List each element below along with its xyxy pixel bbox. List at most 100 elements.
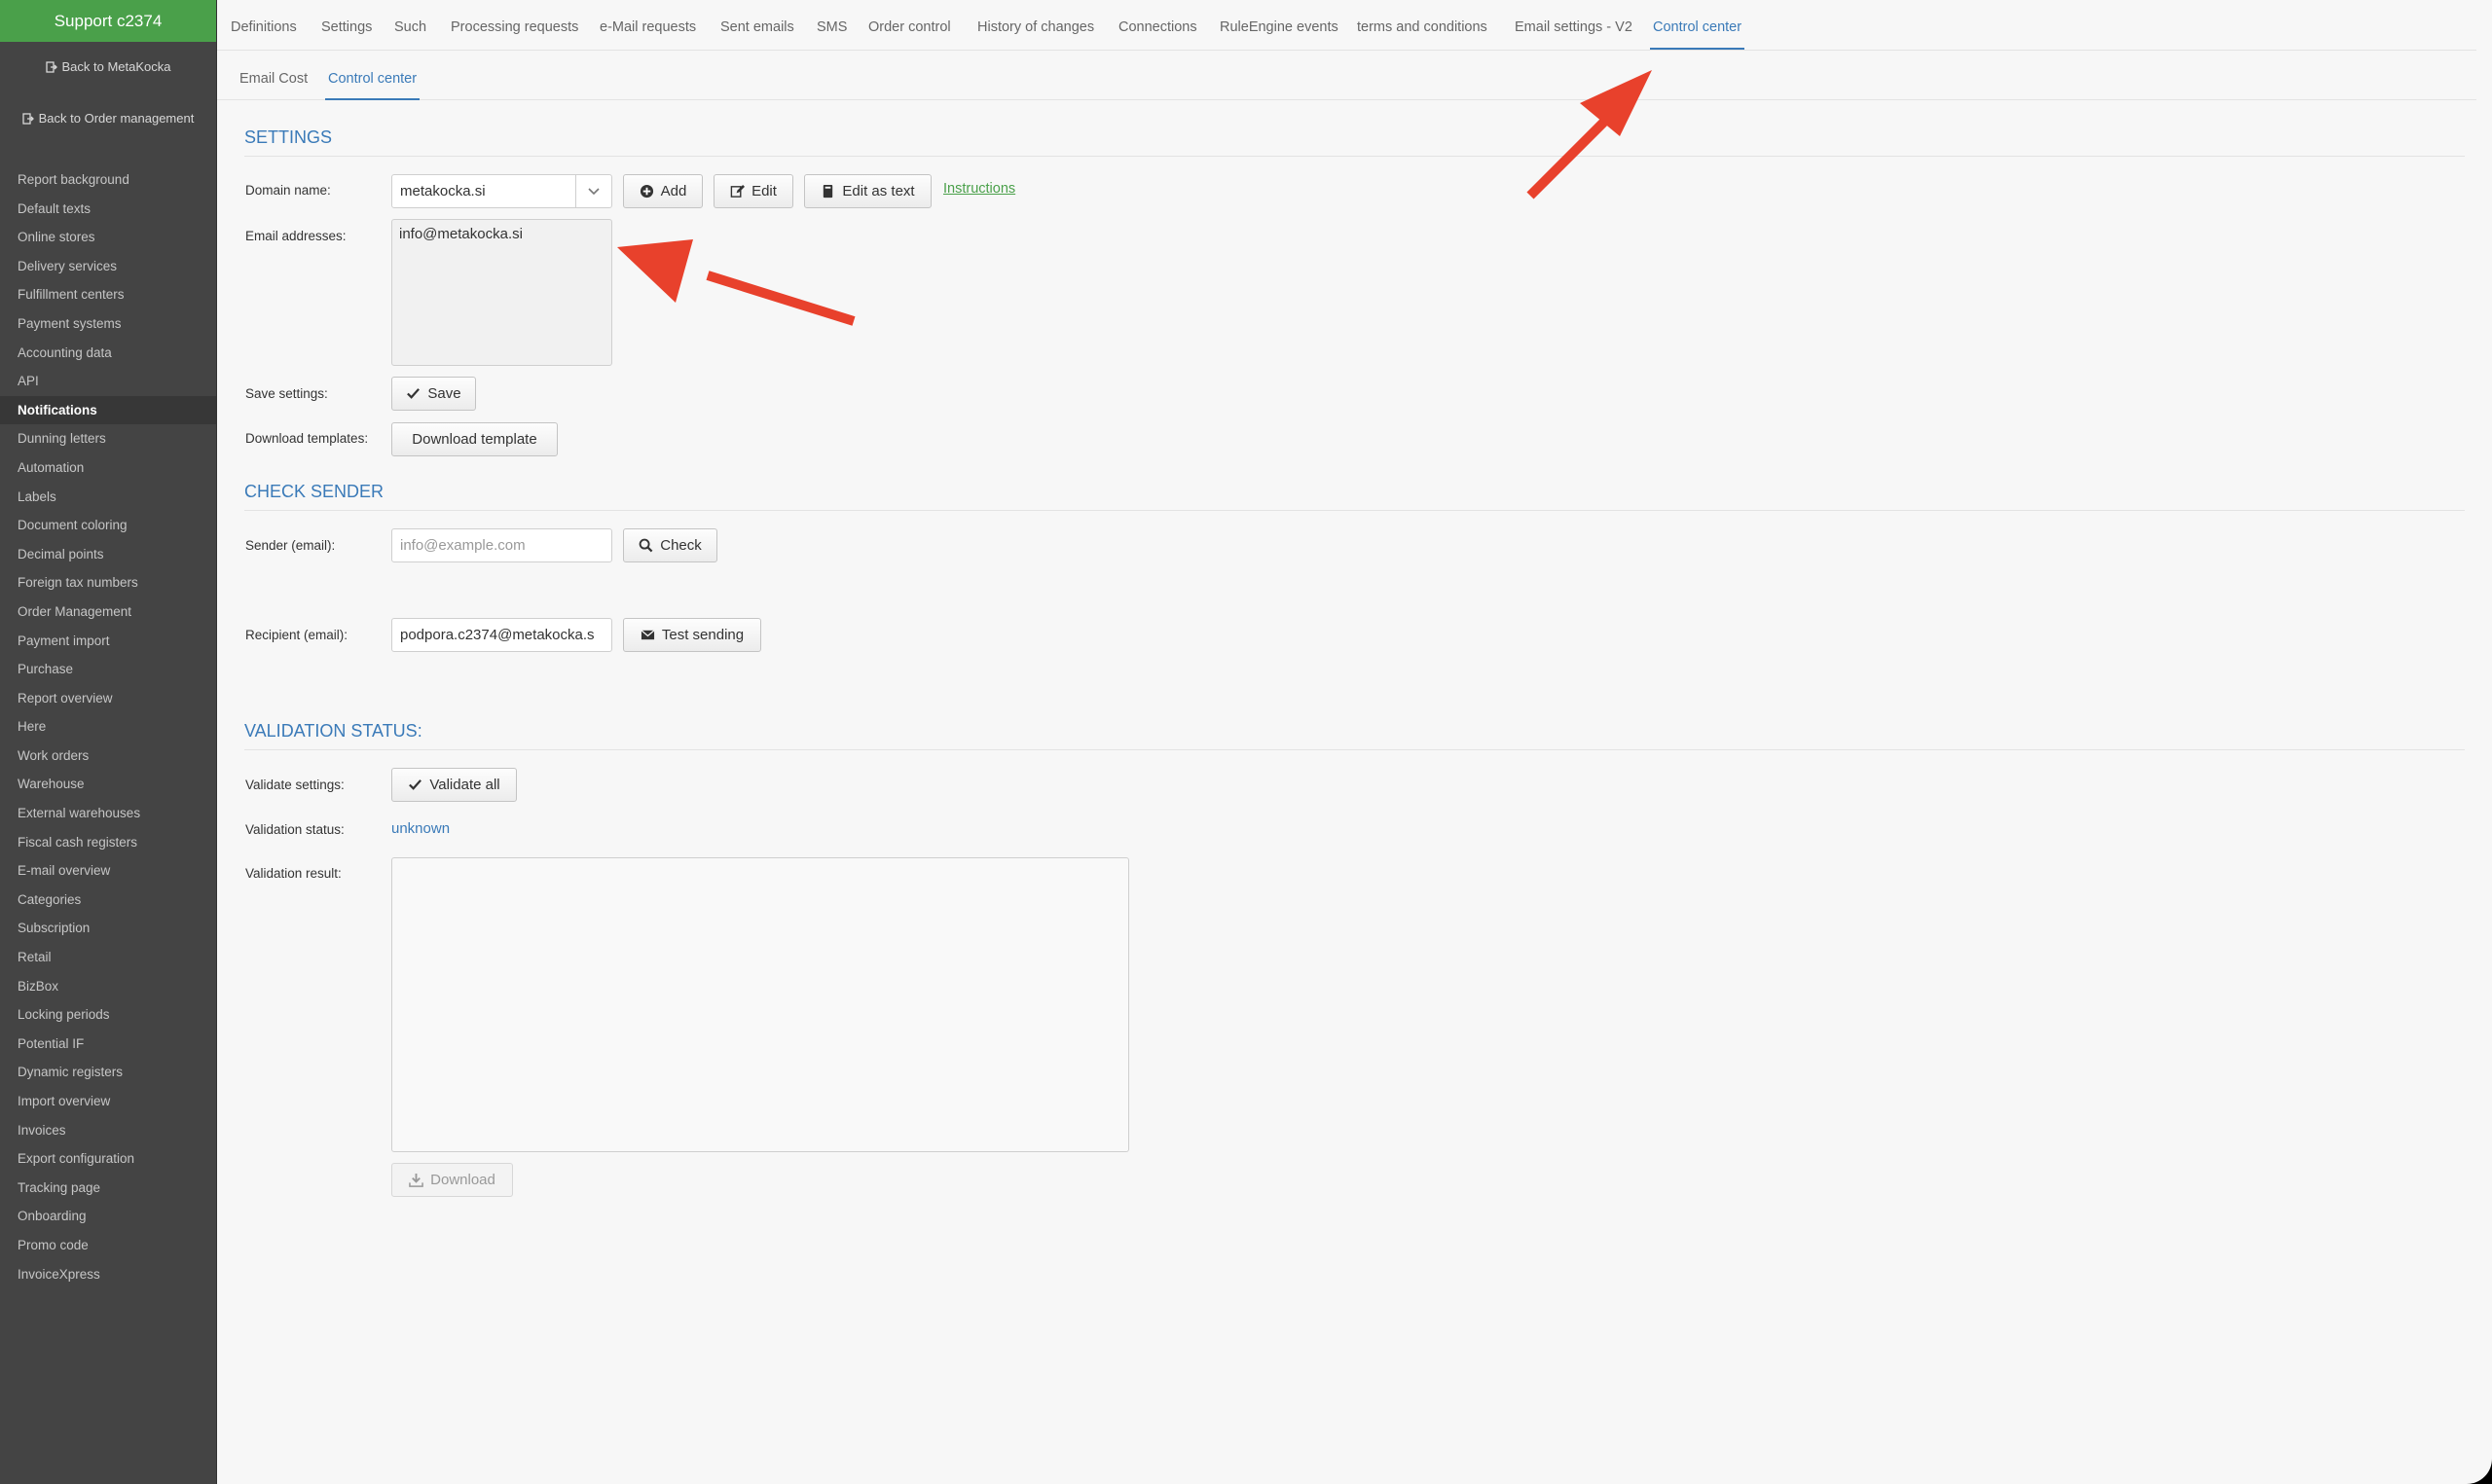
sidebar: Support c2374 Back to MetaKocka Back to … [0,0,217,1484]
sign-out-icon [21,112,34,125]
sidebar-item-order-management[interactable]: Order Management [0,597,216,627]
edit-domain-label: Edit [751,183,777,199]
sidebar-item-online-stores[interactable]: Online stores [0,223,216,252]
back-to-metakocka-link[interactable]: Back to MetaKocka [0,59,216,74]
save-button[interactable]: Save [391,377,476,411]
sidebar-item-default-texts[interactable]: Default texts [0,195,216,224]
chevron-down-icon[interactable] [575,175,611,207]
sidebar-item-here[interactable]: Here [0,712,216,742]
tab-terms-and-conditions[interactable]: terms and conditions [1357,19,1487,35]
top-tabs: Definitions Settings Such Processing reques… [217,0,2476,51]
plus-circle-icon [640,184,653,199]
tab-sms[interactable]: SMS [817,19,847,35]
back-to-order-management-link[interactable]: Back to Order management [0,111,216,126]
sidebar-item-document-coloring[interactable]: Document coloring [0,511,216,540]
tab-order-control[interactable]: Order control [868,19,951,35]
sidebar-item-potential-if[interactable]: Potential IF [0,1030,216,1059]
sub-tabs: Email Cost Control center [217,50,2476,100]
sidebar-item-tracking-page[interactable]: Tracking page [0,1174,216,1203]
check-icon [407,388,421,399]
edit-domain-button[interactable]: Edit [714,174,793,208]
sidebar-item-subscription[interactable]: Subscription [0,914,216,943]
envelope-icon [641,630,655,640]
sidebar-item-fulfillment-centers[interactable]: Fulfillment centers [0,280,216,309]
sidebar-item-payment-systems[interactable]: Payment systems [0,309,216,339]
tab-such[interactable]: Such [394,19,426,35]
sidebar-item-bizbox[interactable]: BizBox [0,972,216,1001]
tab-sent-emails[interactable]: Sent emails [720,19,794,35]
instructions-link[interactable]: Instructions [943,181,1015,197]
tab-processing-requests[interactable]: Processing requests [451,19,578,35]
sidebar-item-external-warehouses[interactable]: External warehouses [0,799,216,828]
sidebar-item-locking-periods[interactable]: Locking periods [0,1000,216,1030]
download-result-button[interactable]: Download [391,1163,513,1197]
settings-section-title: SETTINGS [244,127,2465,157]
sidebar-item-export-configuration[interactable]: Export configuration [0,1144,216,1174]
sidebar-item-retail[interactable]: Retail [0,943,216,972]
recipient-email-input[interactable]: podpora.c2374@metakocka.s [391,618,612,652]
sidebar-item-automation[interactable]: Automation [0,453,216,483]
recipient-email-value: podpora.c2374@metakocka.s [400,627,595,643]
validate-all-label: Validate all [429,777,500,793]
validation-result-textarea[interactable] [391,857,1129,1152]
sidebar-item-decimal-points[interactable]: Decimal points [0,540,216,569]
test-sending-button[interactable]: Test sending [623,618,761,652]
sidebar-item-delivery-services[interactable]: Delivery services [0,252,216,281]
email-addresses-textarea[interactable]: info@metakocka.si [391,219,612,366]
tab-control-center[interactable]: Control center [1649,19,1745,50]
sidebar-item-e-mail-overview[interactable]: E-mail overview [0,856,216,886]
validation-status-label: Validation status: [245,822,345,837]
sidebar-nav: Report background Default texts Online sto… [0,165,216,1288]
domain-select[interactable]: metakocka.si [391,174,612,208]
sidebar-item-invoicexpress[interactable]: InvoiceXpress [0,1260,216,1289]
tab-email-settings-v2[interactable]: Email settings - V2 [1515,19,1632,35]
validate-all-button[interactable]: Validate all [391,768,517,802]
test-sending-label: Test sending [661,627,745,643]
sidebar-item-fiscal-cash-registers[interactable]: Fiscal cash registers [0,828,216,857]
sidebar-item-promo-code[interactable]: Promo code [0,1231,216,1260]
download-result-label: Download [430,1172,495,1188]
sidebar-item-dynamic-registers[interactable]: Dynamic registers [0,1058,216,1087]
add-domain-button[interactable]: Add [623,174,703,208]
tab-connections[interactable]: Connections [1118,19,1197,35]
sidebar-item-report-background[interactable]: Report background [0,165,216,195]
edit-as-text-button[interactable]: Edit as text [804,174,932,208]
sidebar-item-notifications[interactable]: Notifications [0,395,216,425]
check-sender-label: Check [660,537,702,554]
sidebar-item-api[interactable]: API [0,367,216,396]
sidebar-item-invoices[interactable]: Invoices [0,1116,216,1145]
sidebar-item-purchase[interactable]: Purchase [0,655,216,684]
tab-settings[interactable]: Settings [321,19,372,35]
sidebar-item-payment-import[interactable]: Payment import [0,627,216,656]
tab-history-of-changes[interactable]: History of changes [977,19,1094,35]
download-templates-label: Download templates: [245,431,369,446]
check-sender-button[interactable]: Check [623,528,717,562]
download-template-button[interactable]: Download template [391,422,558,456]
tab-definitions[interactable]: Definitions [231,19,297,35]
sidebar-item-import-overview[interactable]: Import overview [0,1087,216,1116]
tab-ruleengine-events[interactable]: RuleEngine events [1220,19,1338,35]
app-window: Support c2374 Back to MetaKocka Back to … [0,0,2492,1484]
sidebar-item-work-orders[interactable]: Work orders [0,742,216,771]
sidebar-item-categories[interactable]: Categories [0,886,216,915]
validation-status-value: unknown [391,820,451,837]
back-to-order-management-label: Back to Order management [38,111,195,126]
sidebar-item-dunning-letters[interactable]: Dunning letters [0,424,216,453]
sidebar-item-foreign-tax-numbers[interactable]: Foreign tax numbers [0,568,216,597]
sender-email-input[interactable]: info@example.com [391,528,612,562]
sidebar-item-report-overview[interactable]: Report overview [0,684,216,713]
sidebar-item-onboarding[interactable]: Onboarding [0,1202,216,1231]
download-template-label: Download template [412,431,537,448]
subtab-email-cost[interactable]: Email Cost [239,71,308,87]
brand-title[interactable]: Support c2374 [0,0,216,42]
sender-email-placeholder: info@example.com [400,537,526,554]
edit-as-text-label: Edit as text [842,183,915,199]
tab-e-mail-requests[interactable]: e-Mail requests [600,19,696,35]
main-content: Definitions Settings Such Processing reques… [217,0,2492,1484]
save-label: Save [427,385,461,402]
sidebar-item-accounting-data[interactable]: Accounting data [0,339,216,368]
subtab-control-center[interactable]: Control center [324,71,421,100]
sidebar-item-warehouse[interactable]: Warehouse [0,770,216,799]
email-addresses-label: Email addresses: [245,229,347,243]
sidebar-item-labels[interactable]: Labels [0,483,216,512]
